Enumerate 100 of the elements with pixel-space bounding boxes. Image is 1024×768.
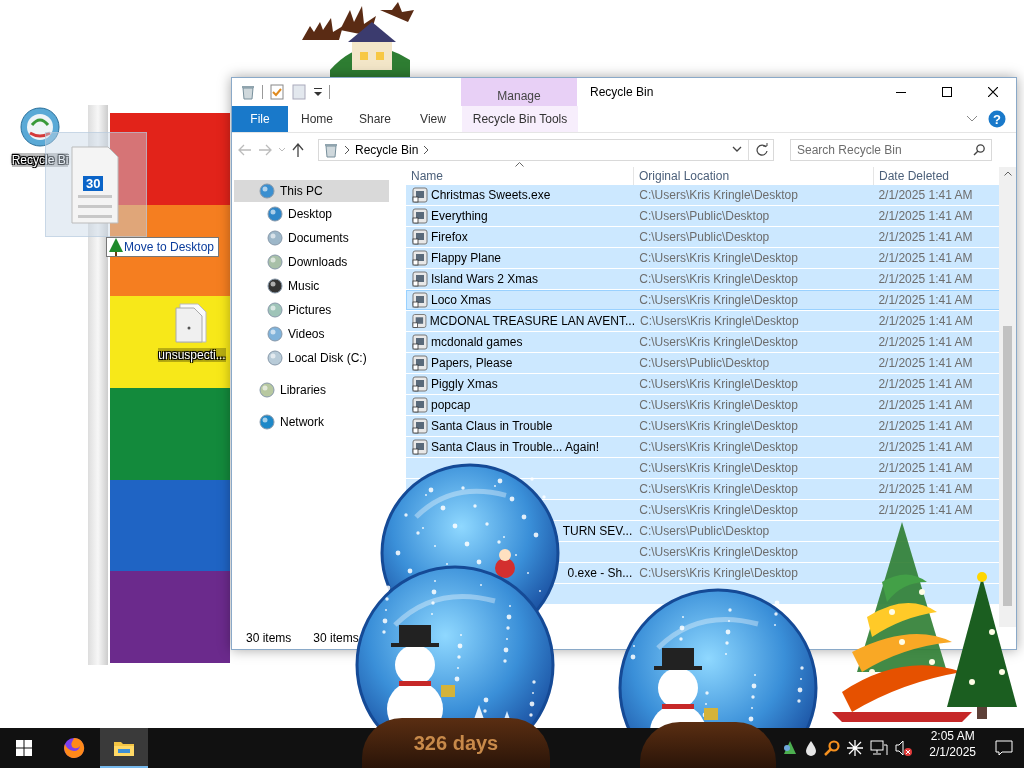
breadcrumb[interactable]: Recycle Bin xyxy=(355,143,419,157)
original-location: C:\Users\Kris Kringle\Desktop xyxy=(639,188,798,202)
original-location: C:\Users\Kris Kringle\Desktop xyxy=(639,482,798,496)
file-name: Piggly Xmas xyxy=(431,377,498,391)
app-icon xyxy=(412,250,428,266)
original-location: C:\Users\Kris Kringle\Desktop xyxy=(639,335,798,349)
original-location: C:\Users\Public\Desktop xyxy=(639,524,770,538)
date-deleted: 2/1/2025 1:41 AM xyxy=(878,272,973,286)
file-row[interactable]: popcap C:\Users\Kris Kringle\Desktop 2/1/2025 1:41 AM xyxy=(406,395,1001,415)
nav-label: Music xyxy=(288,279,320,293)
ribbon-tab[interactable]: Share xyxy=(346,106,404,132)
file-row[interactable]: Papers, Please C:\Users\Public\Desktop 2/1/2025 1:41 AM xyxy=(406,353,1001,373)
file-row[interactable]: Piggly Xmas C:\Users\Kris Kringle\Desktop 2/1/2025 1:41 AM xyxy=(406,374,1001,394)
file-row[interactable]: Firefox C:\Users\Public\Desktop 2/1/2025 1:41 AM xyxy=(406,227,1001,247)
original-location: C:\Users\Kris Kringle\Desktop xyxy=(639,440,798,454)
orb-icon xyxy=(267,326,283,342)
clock[interactable]: 2:05 AM 2/1/2025 xyxy=(929,728,976,768)
nav-item[interactable]: Music xyxy=(234,274,389,298)
nav-item[interactable]: This PC xyxy=(234,180,389,202)
address-bar[interactable]: Recycle Bin xyxy=(318,139,774,161)
original-location: C:\Users\Public\Desktop xyxy=(639,230,770,244)
orb-icon xyxy=(259,414,275,430)
file-name: Island Wars 2 Xmas xyxy=(431,272,538,286)
chevron-icon[interactable] xyxy=(343,145,351,155)
file-row[interactable]: MCDONAL TREASURE LAN AVENT... C:\Users\Kris Kringle\Desktop 2/1/2025 1:41 AM xyxy=(406,311,1001,331)
date-deleted: 2/1/2025 1:41 AM xyxy=(878,356,973,370)
volume-muted-icon[interactable] xyxy=(895,740,914,756)
scroll-thumb[interactable] xyxy=(1003,326,1012,606)
taskbar-app[interactable] xyxy=(100,728,148,768)
speech-bubble-icon xyxy=(995,740,1013,756)
recycle-bin-icon xyxy=(18,105,62,149)
nav-label: Network xyxy=(280,415,324,429)
ribbon-tab[interactable]: Recycle Bin Tools xyxy=(462,106,578,132)
search-icon[interactable] xyxy=(824,740,841,756)
file-name: Santa Claus in Trouble... Again! xyxy=(431,440,600,454)
ribbon-tab[interactable]: File xyxy=(232,106,288,132)
file-row[interactable]: Loco Xmas C:\Users\Kris Kringle\Desktop 2/1/2025 1:41 AM xyxy=(406,290,1001,310)
file-name: Santa Claus in Trouble xyxy=(431,419,553,433)
scrollbar[interactable] xyxy=(999,167,1016,627)
snowflake-icon[interactable] xyxy=(847,740,864,756)
app-icon xyxy=(412,439,428,455)
up-arrow-icon[interactable] xyxy=(292,143,304,157)
file-row[interactable]: Island Wars 2 Xmas C:\Users\Kris Kringle\Desktop 2/1/2025 1:41 AM xyxy=(406,269,1001,289)
date-deleted: 2/1/2025 1:41 AM xyxy=(878,293,973,307)
maximize-icon xyxy=(942,87,952,97)
file-row[interactable]: Santa Claus in Trouble C:\Users\Kris Kringle\Desktop 2/1/2025 1:41 AM xyxy=(406,416,1001,436)
nav-item[interactable]: Desktop xyxy=(234,202,389,226)
nav-item[interactable]: Documents xyxy=(234,226,389,250)
file-name: popcap xyxy=(431,398,471,412)
date-deleted: 2/1/2025 1:41 AM xyxy=(878,398,973,412)
help-icon[interactable]: ? xyxy=(988,110,1006,128)
folder-icon xyxy=(113,739,135,757)
file-row[interactable]: Flappy Plane C:\Users\Kris Kringle\Desktop 2/1/2025 1:41 AM xyxy=(406,248,1001,268)
file-row[interactable]: Santa Claus in Trouble... Again! C:\Users\Kris Kringle\Desktop 2/1/2025 1:41 AM xyxy=(406,437,1001,457)
app-icon xyxy=(412,418,428,434)
properties-icon[interactable] xyxy=(269,84,285,100)
nav-item[interactable]: Downloads xyxy=(234,250,389,274)
original-location: C:\Users\Kris Kringle\Desktop xyxy=(639,503,798,517)
nav-label: Pictures xyxy=(288,303,332,317)
original-location: C:\Users\Kris Kringle\Desktop xyxy=(639,398,798,412)
scroll-up-icon[interactable] xyxy=(1003,171,1012,176)
search-box[interactable]: Search Recycle Bin xyxy=(790,139,992,161)
original-location: C:\Users\Kris Kringle\Desktop xyxy=(639,377,798,391)
expand-ribbon-icon[interactable] xyxy=(966,115,978,123)
contextual-tab-header: Manage xyxy=(461,78,577,106)
date-deleted: 2/1/2025 1:41 AM xyxy=(878,209,973,223)
file-name: MCDONAL TREASURE LAN AVENT... xyxy=(429,314,635,328)
refresh-icon[interactable] xyxy=(755,143,769,157)
file-row[interactable]: Everything C:\Users\Public\Desktop 2/1/2025 1:41 AM xyxy=(406,206,1001,226)
nav-label: Desktop xyxy=(288,207,333,221)
orb-icon xyxy=(259,183,275,199)
date-deleted: 2/1/2025 1:41 AM xyxy=(878,314,973,328)
file-row[interactable]: Christmas Sweets.exe C:\Users\Kris Kringle\Desktop 2/1/2025 1:41 AM xyxy=(406,185,1001,205)
app-icon xyxy=(412,187,428,203)
countdown-text: 326 days xyxy=(413,731,499,755)
ribbon-tab[interactable]: View xyxy=(404,106,462,132)
original-location: C:\Users\Kris Kringle\Desktop xyxy=(639,293,798,307)
original-location: C:\Users\Kris Kringle\Desktop xyxy=(639,545,798,559)
search-field[interactable]: Search Recycle Bin xyxy=(797,143,967,157)
nav-item[interactable]: Libraries xyxy=(234,378,389,402)
window-title: Recycle Bin xyxy=(590,85,654,99)
nav-item[interactable]: Network xyxy=(234,410,389,434)
date-deleted: 2/1/2025 1:41 AM xyxy=(878,230,973,244)
nav-item[interactable]: Local Disk (C:) xyxy=(234,346,389,370)
windows-logo-icon xyxy=(16,740,32,756)
date-deleted: 2/1/2025 1:41 AM xyxy=(878,419,973,433)
status-text: 30 items xyxy=(313,631,359,645)
nav-item[interactable]: Videos xyxy=(234,322,389,346)
dropdown-caret-icon[interactable] xyxy=(732,146,742,154)
orb-icon xyxy=(267,230,283,246)
recycle-bin-icon[interactable] xyxy=(240,84,256,100)
nav-item[interactable]: Pictures xyxy=(234,298,389,322)
app-icon xyxy=(412,397,428,413)
file-row[interactable]: mcdonald games C:\Users\Kris Kringle\Desktop 2/1/2025 1:41 AM xyxy=(406,332,1001,352)
droplet-icon[interactable] xyxy=(805,740,818,756)
orb-icon xyxy=(267,350,283,366)
ribbon-tab[interactable]: Home xyxy=(288,106,346,132)
chevron-icon[interactable] xyxy=(422,145,431,155)
app-icon xyxy=(412,271,428,287)
network-icon[interactable] xyxy=(870,740,889,756)
